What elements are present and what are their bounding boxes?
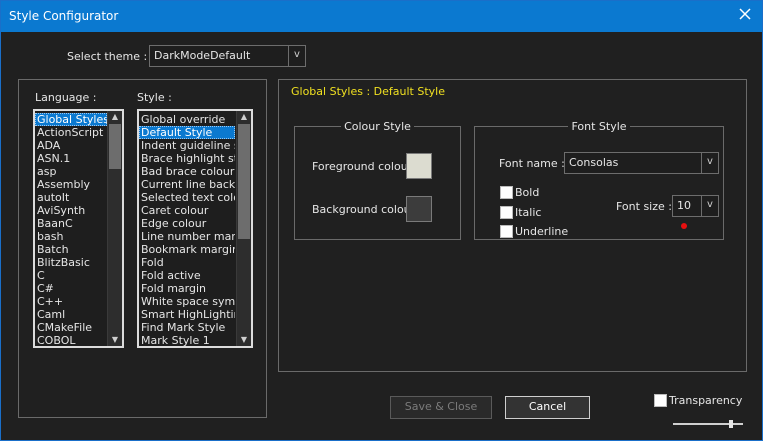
background-colour-label: Background colour — [312, 203, 416, 216]
language-list-item[interactable]: BlitzBasic — [35, 256, 107, 269]
style-list-item[interactable]: Caret colour — [139, 204, 235, 217]
chevron-down-icon[interactable]: v — [701, 153, 718, 173]
style-detail-panel: Global Styles : Default Style Colour Sty… — [278, 79, 747, 372]
font-size-value: 10 — [677, 199, 691, 212]
font-size-label: Font size : — [616, 200, 672, 213]
font-size-select[interactable]: 10 v — [672, 195, 719, 217]
style-list-item[interactable]: Indent guideline sty — [139, 139, 235, 152]
style-list-item[interactable]: White space symbo — [139, 295, 235, 308]
close-icon[interactable] — [738, 7, 752, 21]
language-list-item[interactable]: bash — [35, 230, 107, 243]
language-list-item[interactable]: Caml — [35, 308, 107, 321]
title-bar[interactable]: Style Configurator — [1, 1, 762, 32]
style-list-item[interactable]: Line number margin — [139, 230, 235, 243]
underline-checkbox[interactable] — [500, 225, 513, 238]
style-list-item[interactable]: Brace highlight style — [139, 152, 235, 165]
theme-select[interactable]: DarkModeDefault v — [149, 45, 306, 67]
style-list-item[interactable]: Smart HighLighting — [139, 308, 235, 321]
language-list-item[interactable]: Assembly — [35, 178, 107, 191]
foreground-colour-label: Foreground colour — [312, 160, 413, 173]
background-colour-swatch[interactable] — [406, 196, 432, 222]
scroll-down-icon[interactable]: ▼ — [237, 334, 251, 346]
italic-checkbox[interactable] — [500, 206, 513, 219]
style-list-item[interactable]: Fold margin — [139, 282, 235, 295]
style-list-item[interactable]: Edge colour — [139, 217, 235, 230]
style-list-item[interactable]: Fold — [139, 256, 235, 269]
style-list-item[interactable]: Bad brace colour — [139, 165, 235, 178]
language-list-item[interactable]: ActionScript — [35, 126, 107, 139]
chevron-down-icon[interactable]: v — [288, 46, 305, 66]
slider-thumb[interactable] — [729, 420, 733, 428]
cancel-button[interactable]: Cancel — [505, 396, 590, 419]
language-label: Language : — [35, 91, 97, 104]
transparency-slider[interactable] — [673, 420, 743, 428]
font-name-value: Consolas — [569, 156, 619, 169]
save-close-button[interactable]: Save & Close — [390, 396, 492, 419]
language-list-item[interactable]: Batch — [35, 243, 107, 256]
select-theme-label: Select theme : — [67, 50, 148, 63]
style-list-item[interactable]: Selected text colou — [139, 191, 235, 204]
transparency-label: Transparency — [669, 394, 743, 407]
scroll-thumb[interactable] — [238, 124, 250, 239]
scroll-up-icon[interactable]: ▲ — [108, 111, 122, 123]
chevron-down-icon[interactable]: v — [701, 196, 718, 216]
colour-style-group: Colour Style Foreground colour Backgroun… — [294, 120, 461, 240]
style-list-item[interactable]: Fold active — [139, 269, 235, 282]
scroll-up-icon[interactable]: ▲ — [237, 111, 251, 123]
red-dot-icon — [681, 223, 687, 229]
style-label: Style : — [137, 91, 172, 104]
theme-value: DarkModeDefault — [154, 49, 251, 62]
style-configurator-window: Style Configurator Select theme : DarkMo… — [0, 0, 763, 441]
underline-label: Underline — [515, 225, 569, 238]
language-list-item[interactable]: BaanC — [35, 217, 107, 230]
window-title: Style Configurator — [9, 9, 119, 23]
style-list[interactable]: Global override Default Style Indent guide… — [137, 109, 253, 348]
style-list-item[interactable]: Bookmark margin — [139, 243, 235, 256]
language-list-item[interactable]: COBOL — [35, 334, 107, 346]
language-list-item[interactable]: ASN.1 — [35, 152, 107, 165]
style-list-item[interactable]: Mark Style 1 — [139, 334, 235, 346]
language-scrollbar[interactable]: ▲ ▼ — [107, 111, 122, 346]
language-list-item[interactable]: C — [35, 269, 107, 282]
scroll-thumb[interactable] — [109, 124, 121, 169]
language-list-item[interactable]: AviSynth — [35, 204, 107, 217]
font-name-label: Font name : — [499, 157, 565, 170]
italic-label: Italic — [515, 206, 542, 219]
style-list-item[interactable]: Global override — [139, 113, 235, 126]
language-list-item[interactable]: ADA — [35, 139, 107, 152]
font-style-group: Font Style Font name : Consolas v Bold I… — [474, 120, 724, 240]
detail-heading: Global Styles : Default Style — [291, 85, 445, 98]
scroll-down-icon[interactable]: ▼ — [108, 334, 122, 346]
language-list-item[interactable]: C# — [35, 282, 107, 295]
style-scrollbar[interactable]: ▲ ▼ — [236, 111, 251, 346]
bold-checkbox[interactable] — [500, 186, 513, 199]
language-list-item[interactable]: asp — [35, 165, 107, 178]
language-list-item[interactable]: autoIt — [35, 191, 107, 204]
language-list-item[interactable]: C++ — [35, 295, 107, 308]
language-list-item[interactable]: CMakeFile — [35, 321, 107, 334]
style-list-item[interactable]: Find Mark Style — [139, 321, 235, 334]
font-name-select[interactable]: Consolas v — [564, 152, 719, 174]
bold-label: Bold — [515, 186, 540, 199]
language-list-item[interactable]: Global Styles — [35, 113, 107, 126]
foreground-colour-swatch[interactable] — [406, 153, 432, 179]
language-style-panel: Language : Style : Global Styles ActionSc… — [18, 79, 267, 418]
language-list[interactable]: Global Styles ActionScript ADA ASN.1 asp Asse… — [33, 109, 124, 348]
font-style-legend: Font Style — [571, 120, 627, 133]
style-list-item[interactable]: Current line backgr — [139, 178, 235, 191]
transparency-checkbox[interactable] — [654, 394, 667, 407]
style-list-item[interactable]: Default Style — [139, 126, 235, 139]
colour-style-legend: Colour Style — [344, 120, 411, 133]
